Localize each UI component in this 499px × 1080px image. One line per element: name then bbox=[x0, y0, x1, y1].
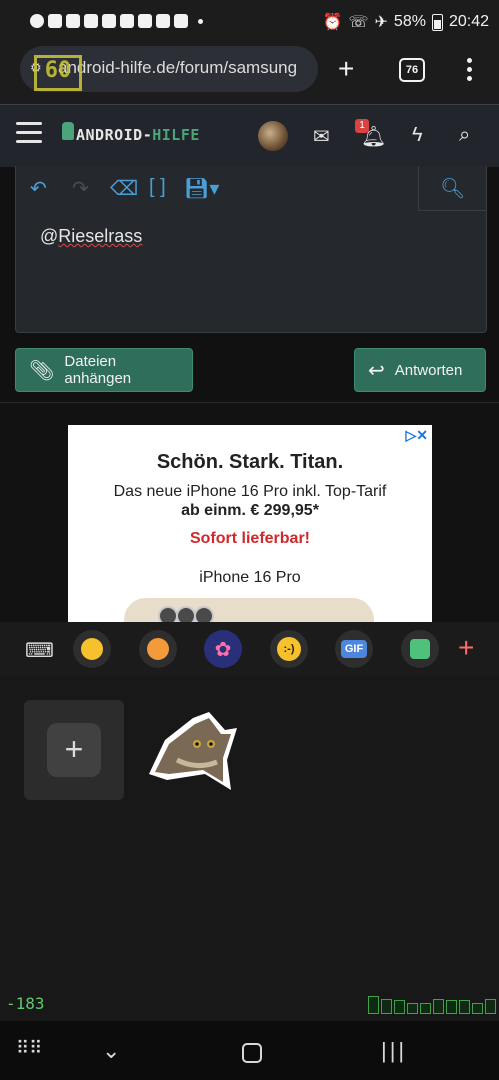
editor-content[interactable]: @Rieselrass bbox=[40, 226, 142, 247]
brackets-icon[interactable]: [ ] bbox=[149, 176, 166, 199]
debug-bar bbox=[472, 1003, 483, 1014]
reply-arrow-icon: ↩ bbox=[368, 359, 385, 382]
ad-brand: iPhone 16 Pro bbox=[199, 569, 301, 586]
debug-bar bbox=[407, 1003, 418, 1014]
camera-lens bbox=[158, 606, 178, 623]
debug-bar bbox=[381, 999, 392, 1014]
clock: 20:42 bbox=[448, 13, 489, 30]
youtube-icon bbox=[156, 14, 170, 28]
emoji-sticker-icon[interactable] bbox=[139, 630, 177, 668]
youtube-icon bbox=[48, 14, 62, 28]
gif-icon[interactable]: GIF bbox=[335, 630, 373, 668]
debug-counter: -183 bbox=[6, 994, 45, 1013]
url-text[interactable]: android-hilfe.de/forum/samsung bbox=[58, 58, 310, 78]
keyboard-icon[interactable]: ⌨ bbox=[25, 638, 54, 663]
new-tab-button[interactable]: + bbox=[338, 55, 354, 83]
airplane-icon: ✈ bbox=[374, 14, 388, 31]
save-draft-icon[interactable]: 💾︎▾ bbox=[184, 176, 219, 201]
site-header bbox=[0, 104, 499, 167]
search-icon[interactable]: ⌕ bbox=[459, 124, 470, 147]
add-sticker-button[interactable]: + bbox=[47, 723, 101, 777]
youtube-icon bbox=[120, 14, 134, 28]
ad-cta[interactable]: Sofort lieferbar! bbox=[68, 530, 432, 548]
bitmoji-icon[interactable]: ✿ bbox=[204, 630, 242, 668]
debug-bars bbox=[368, 996, 496, 1014]
attach-files-button[interactable]: 📎︎ Dateien anhängen bbox=[15, 348, 193, 392]
recents-button[interactable]: ||| bbox=[381, 1038, 407, 1064]
keyboard-switch-icon[interactable]: ⠿⠿ bbox=[16, 1038, 42, 1059]
site-logo[interactable]: ANDROID-HILFE bbox=[76, 126, 200, 144]
browser-menu-button[interactable] bbox=[466, 58, 472, 81]
sticker-icon[interactable] bbox=[401, 630, 439, 668]
debug-bar bbox=[459, 1000, 470, 1014]
status-right: ⏰ ☏ ✈ 58% 20:42 bbox=[323, 12, 489, 32]
ad-title: Schön. Stark. Titan. bbox=[156, 451, 344, 473]
home-button[interactable] bbox=[242, 1043, 262, 1063]
more-notifications-dot bbox=[198, 18, 203, 24]
hide-keyboard-icon[interactable]: ⌄ bbox=[102, 1038, 120, 1064]
mention-username: Rieselrass bbox=[58, 226, 143, 246]
tab-switcher-button[interactable]: 76 bbox=[399, 58, 425, 82]
dnd-icon bbox=[30, 14, 44, 28]
ad-price: ab einm. € 299,95* bbox=[181, 502, 319, 519]
status-notification-icons bbox=[30, 14, 203, 28]
ad-choices-close-icon[interactable]: ▷✕ bbox=[406, 427, 429, 444]
debug-bar bbox=[485, 999, 496, 1014]
eraser-icon[interactable]: ⌫ bbox=[110, 176, 138, 201]
youtube-icon bbox=[102, 14, 116, 28]
android-logo-icon[interactable] bbox=[62, 122, 74, 140]
youtube-icon bbox=[138, 14, 152, 28]
alarm-icon: ⏰ bbox=[322, 14, 343, 31]
mail-icon[interactable]: ✉ bbox=[313, 124, 330, 149]
camera-lens bbox=[194, 606, 214, 623]
advertisement[interactable]: ▷✕ Schön. Stark. Titan. Das neue iPhone … bbox=[68, 425, 432, 623]
youtube-icon bbox=[66, 14, 80, 28]
battery-icon bbox=[431, 13, 443, 31]
youtube-icon bbox=[84, 14, 98, 28]
battery-percent: 58% bbox=[393, 13, 426, 30]
fps-overlay-badge: 60 bbox=[34, 55, 82, 91]
lightning-icon[interactable]: ϟ bbox=[412, 124, 423, 147]
camera-lens bbox=[176, 606, 196, 623]
ad-subtitle: Das neue iPhone 16 Pro inkl. Top-Tarif bbox=[113, 483, 387, 500]
undo-icon[interactable]: ↶ bbox=[30, 176, 47, 201]
menu-icon[interactable] bbox=[16, 122, 42, 143]
paperclip-icon: 📎︎ bbox=[29, 359, 55, 382]
preview-icon[interactable]: 🔍︎ bbox=[440, 176, 465, 201]
gmail-icon bbox=[174, 14, 188, 28]
user-avatar[interactable] bbox=[258, 121, 288, 151]
notification-badge: 1 bbox=[355, 119, 369, 133]
debug-bar bbox=[420, 1003, 431, 1014]
emoticon-icon[interactable]: :-) bbox=[270, 630, 308, 668]
debug-bar bbox=[394, 1000, 405, 1014]
wifi-call-icon: ☏ bbox=[348, 14, 369, 31]
redo-icon[interactable]: ↷ bbox=[72, 176, 89, 201]
emoji-icon[interactable] bbox=[73, 630, 111, 668]
cat-sticker[interactable] bbox=[147, 710, 239, 792]
debug-bar bbox=[368, 996, 379, 1014]
debug-bar bbox=[446, 1000, 457, 1014]
reply-button[interactable]: ↩ Antworten bbox=[354, 348, 486, 392]
debug-bar bbox=[433, 999, 444, 1014]
plus-icon[interactable]: + bbox=[458, 632, 474, 664]
